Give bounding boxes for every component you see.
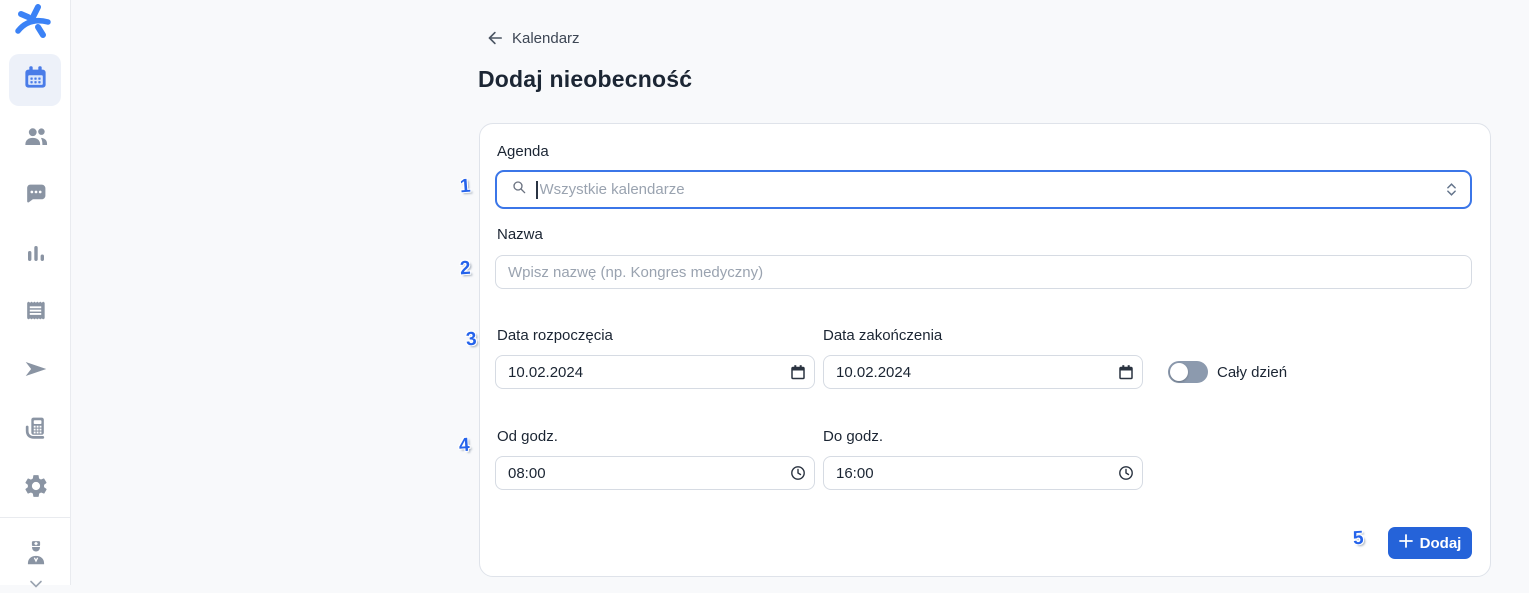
name-label: Nazwa bbox=[497, 226, 543, 243]
sidebar bbox=[0, 0, 71, 585]
app-logo-icon[interactable] bbox=[14, 4, 54, 40]
sidebar-item-messages[interactable] bbox=[0, 170, 71, 222]
agenda-search-input[interactable] bbox=[540, 181, 1448, 198]
annotation-marker-5: 5 bbox=[1352, 528, 1364, 551]
calendar-picker-icon[interactable] bbox=[790, 364, 806, 380]
chevron-down-icon[interactable] bbox=[29, 575, 43, 593]
gear-icon bbox=[23, 473, 49, 504]
absence-form-card: Agenda Nazwa Data rozpoczęcia Data zakoń… bbox=[479, 123, 1491, 577]
agenda-select[interactable] bbox=[495, 170, 1472, 209]
doctor-icon bbox=[23, 540, 49, 573]
select-spinner-icon[interactable] bbox=[1447, 183, 1456, 196]
sidebar-divider bbox=[0, 517, 71, 518]
date-end-label: Data zakończenia bbox=[823, 327, 942, 344]
chat-icon bbox=[23, 181, 48, 211]
send-icon bbox=[23, 356, 49, 387]
page-title: Dodaj nieobecność bbox=[478, 66, 692, 93]
annotation-marker-1: 1 bbox=[459, 176, 471, 199]
people-icon bbox=[23, 123, 49, 154]
sidebar-item-terminal[interactable] bbox=[0, 404, 71, 456]
annotation-marker-4: 4 bbox=[458, 435, 470, 458]
sidebar-item-patients[interactable] bbox=[0, 112, 71, 164]
add-button[interactable]: Dodaj bbox=[1388, 527, 1472, 559]
date-start-input[interactable] bbox=[495, 355, 815, 389]
all-day-toggle[interactable] bbox=[1168, 361, 1208, 383]
sidebar-item-settings[interactable] bbox=[0, 462, 71, 514]
sidebar-item-receipts[interactable] bbox=[0, 287, 71, 339]
agenda-label: Agenda bbox=[497, 143, 549, 160]
time-to-label: Do godz. bbox=[823, 428, 883, 445]
calendar-picker-icon[interactable] bbox=[1118, 364, 1134, 380]
back-arrow-icon bbox=[485, 29, 503, 47]
name-input[interactable] bbox=[495, 255, 1472, 289]
breadcrumb: Kalendarz bbox=[512, 30, 580, 47]
payment-terminal-icon bbox=[23, 415, 48, 445]
clock-picker-icon[interactable] bbox=[1118, 465, 1134, 481]
all-day-label: Cały dzień bbox=[1217, 364, 1287, 381]
date-end-input[interactable] bbox=[823, 355, 1143, 389]
sidebar-item-send[interactable] bbox=[0, 345, 71, 397]
time-from-label: Od godz. bbox=[497, 428, 558, 445]
text-cursor bbox=[536, 181, 538, 199]
search-icon bbox=[511, 179, 527, 200]
sidebar-item-statistics[interactable] bbox=[0, 229, 71, 281]
clock-picker-icon[interactable] bbox=[790, 465, 806, 481]
sidebar-item-calendar[interactable] bbox=[9, 54, 61, 106]
sidebar-profile[interactable] bbox=[0, 540, 71, 593]
toggle-knob bbox=[1170, 363, 1188, 381]
bar-chart-icon bbox=[24, 241, 48, 270]
add-button-label: Dodaj bbox=[1420, 535, 1462, 552]
annotation-marker-3: 3 bbox=[465, 329, 477, 352]
receipt-icon bbox=[23, 298, 48, 328]
date-start-label: Data rozpoczęcia bbox=[497, 327, 613, 344]
calendar-icon bbox=[22, 64, 49, 96]
plus-icon bbox=[1399, 534, 1413, 552]
time-to-input[interactable] bbox=[823, 456, 1143, 490]
annotation-marker-2: 2 bbox=[459, 258, 471, 281]
time-from-input[interactable] bbox=[495, 456, 815, 490]
back-link[interactable]: Kalendarz bbox=[485, 29, 580, 47]
